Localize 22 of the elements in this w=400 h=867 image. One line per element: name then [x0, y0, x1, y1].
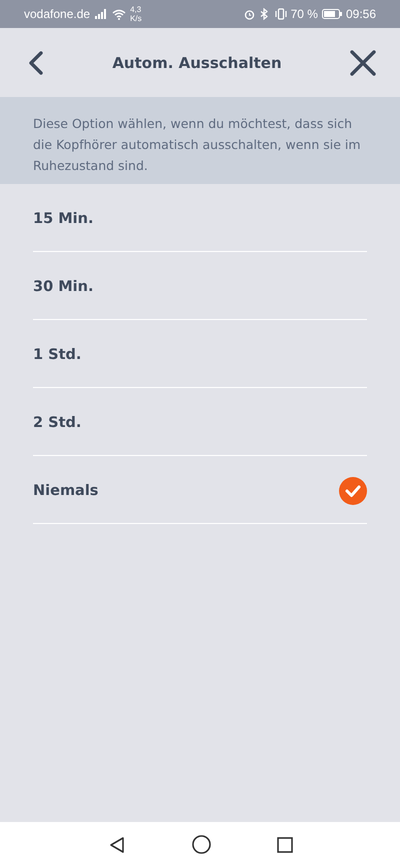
battery-percent: 70 %	[290, 7, 318, 21]
alarm-icon	[244, 8, 255, 20]
clock-time: 09:56	[346, 7, 376, 21]
back-triangle-icon[interactable]	[108, 836, 126, 854]
battery-icon	[322, 9, 342, 19]
wifi-icon	[112, 8, 126, 20]
option-item[interactable]: 15 Min.	[33, 184, 367, 252]
carrier-name: vodafone.de	[24, 7, 90, 21]
option-item[interactable]: 30 Min.	[33, 252, 367, 320]
back-icon[interactable]	[28, 50, 44, 74]
vibrate-icon	[274, 8, 287, 20]
signal-icon	[94, 9, 108, 19]
option-item[interactable]: 1 Std.	[33, 320, 367, 388]
check-icon	[339, 476, 367, 504]
option-item[interactable]: 2 Std.	[33, 388, 367, 456]
network-speed: 4,3 K/s	[130, 5, 143, 23]
screen-title: Autom. Ausschalten	[112, 54, 282, 72]
info-text: Diese Option wählen, wenn du möchtest, dass sich die Kopfhörer automatisch ausschalten, wenn sie im Ruhezustand sind.	[33, 116, 361, 173]
close-icon[interactable]	[350, 50, 376, 76]
option-item[interactable]: Niemals	[33, 456, 367, 524]
recents-square-icon[interactable]	[276, 836, 292, 852]
home-circle-icon[interactable]	[192, 835, 210, 854]
